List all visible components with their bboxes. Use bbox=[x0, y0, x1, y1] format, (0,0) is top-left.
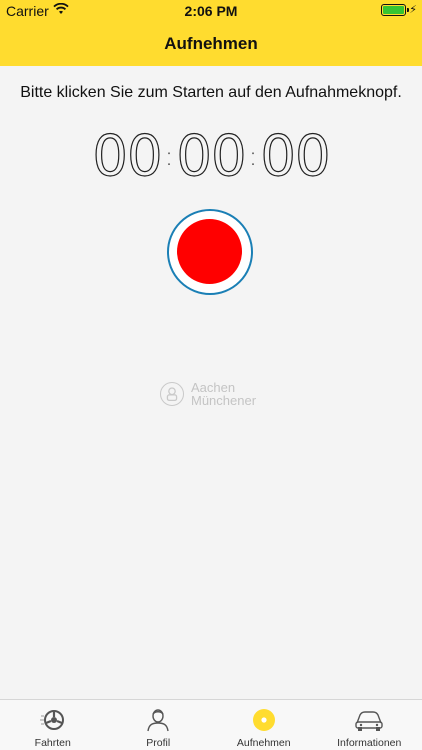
tab-label: Profil bbox=[146, 737, 171, 749]
tab-label: Aufnehmen bbox=[236, 737, 291, 749]
timer-hours: 00 bbox=[92, 123, 163, 189]
page-title: Aufnehmen bbox=[164, 34, 258, 53]
profile-icon bbox=[147, 709, 169, 732]
battery-icon bbox=[381, 4, 409, 16]
tab-aufnehmen[interactable]: Aufnehmen bbox=[211, 700, 317, 750]
tab-label: Fahrten bbox=[34, 737, 71, 749]
aachen-muenchener-logo: Aachen Münchener bbox=[160, 380, 270, 410]
tab-bar: Fahrten Profil Aufnehmen Informationen bbox=[0, 699, 422, 750]
car-icon bbox=[355, 711, 383, 731]
steering-wheel-icon bbox=[39, 710, 64, 730]
timer-separator: : bbox=[164, 141, 174, 172]
timer-display: 00:00:00 bbox=[0, 123, 422, 189]
record-button[interactable] bbox=[167, 209, 253, 295]
tab-fahrten[interactable]: Fahrten bbox=[0, 700, 106, 750]
tab-informationen[interactable]: Informationen bbox=[317, 700, 422, 750]
instruction-text: Bitte klicken Sie zum Starten auf den Au… bbox=[20, 84, 402, 101]
charging-bolt-icon: ⚡ bbox=[409, 4, 417, 16]
top-bar: Carrier 2:06 PM ⚡ Aufnehmen bbox=[0, 0, 422, 66]
status-time: 2:06 PM bbox=[184, 3, 238, 19]
tab-profil[interactable]: Profil bbox=[106, 700, 212, 750]
logo-line2: Münchener bbox=[191, 393, 257, 408]
record-dot-icon bbox=[252, 709, 275, 731]
timer-seconds: 00 bbox=[260, 123, 331, 189]
timer-separator: : bbox=[248, 141, 258, 172]
record-dot-icon bbox=[177, 219, 242, 284]
timer-minutes: 00 bbox=[176, 123, 247, 189]
status-bar: Carrier 2:06 PM ⚡ bbox=[0, 0, 422, 22]
logo-mark-icon bbox=[160, 382, 184, 406]
tab-label: Informationen bbox=[337, 737, 402, 749]
